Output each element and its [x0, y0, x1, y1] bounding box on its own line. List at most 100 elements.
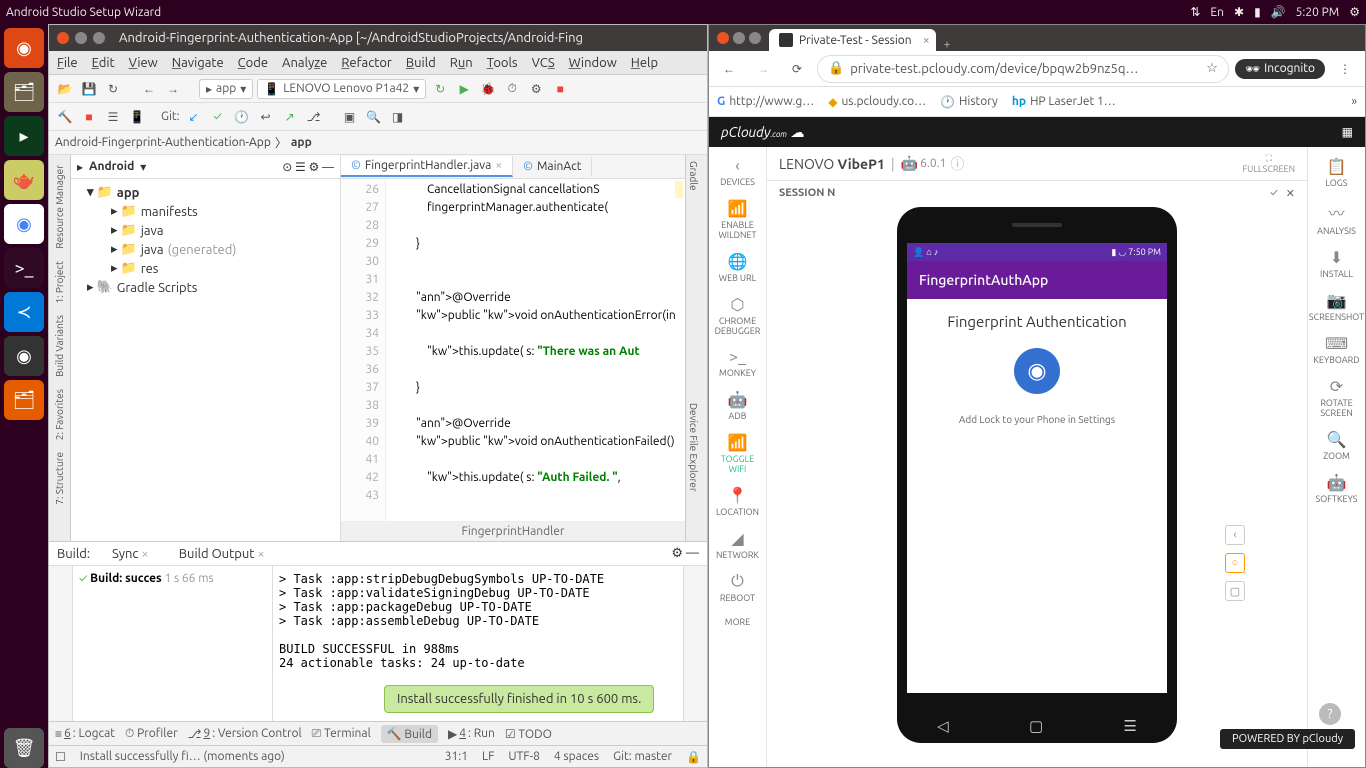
- forward-icon[interactable]: →: [163, 79, 183, 99]
- back-icon[interactable]: ←: [139, 79, 159, 99]
- debug-icon[interactable]: 🐞: [478, 79, 498, 99]
- tab-device-explorer[interactable]: Device File Explorer: [686, 397, 701, 498]
- terminal-button[interactable]: >_: [4, 248, 44, 288]
- status-enc[interactable]: UTF-8: [508, 750, 539, 763]
- git-commit-icon[interactable]: ✓: [208, 107, 228, 127]
- rail-enable-wildnet[interactable]: 📶ENABLE WILDNET: [709, 193, 766, 246]
- build-icon[interactable]: 🔨: [55, 107, 75, 127]
- rail-logs[interactable]: 📋LOGS: [1324, 151, 1350, 194]
- run-config-selector[interactable]: ▸ app ▾: [199, 79, 253, 99]
- layout-icon[interactable]: ▣: [340, 107, 360, 127]
- lang-indicator[interactable]: En: [1210, 6, 1224, 19]
- forward-button[interactable]: →: [749, 55, 777, 83]
- make-icon[interactable]: ↻: [430, 79, 450, 99]
- tab-logcat[interactable]: ≡ 6: Logcat: [55, 727, 115, 741]
- crumb-module[interactable]: app: [291, 136, 312, 149]
- menu-vcs[interactable]: VCS: [532, 56, 555, 70]
- tab-mainact[interactable]: ©MainAct: [513, 157, 592, 176]
- tree-gradle[interactable]: ▸ 🐘 Gradle Scripts: [75, 278, 336, 297]
- check-icon[interactable]: ✓: [1270, 187, 1278, 199]
- crumb-project[interactable]: Android-Fingerprint-Authentication-App: [55, 136, 271, 149]
- status-indent[interactable]: 4 spaces: [554, 750, 599, 763]
- new-tab-button[interactable]: +: [944, 38, 951, 51]
- project-header[interactable]: ▸Android▾ ⊙ ☰ ⚙ —: [71, 155, 340, 179]
- browser-titlebar[interactable]: Private-Test - Session × +: [709, 25, 1365, 51]
- rail-screenshot[interactable]: 📷SCREENSHOT: [1307, 285, 1366, 328]
- bookmark-pcloudy[interactable]: ◆us.pcloudy.co…: [828, 95, 926, 109]
- menu-refactor[interactable]: Refactor: [341, 56, 392, 70]
- tree-java-gen[interactable]: ▸ 📁 java (generated): [75, 240, 336, 259]
- tab-terminal[interactable]: ⎚ Terminal: [312, 727, 371, 741]
- menu-help[interactable]: Help: [631, 56, 658, 70]
- tab-profiler[interactable]: ⏱ Profiler: [125, 727, 178, 741]
- network-icon[interactable]: ⇅: [1190, 5, 1200, 19]
- menu-file[interactable]: File: [57, 56, 78, 70]
- save-icon[interactable]: 💾: [79, 79, 99, 99]
- menu-tools[interactable]: Tools: [487, 56, 518, 70]
- rail-zoom[interactable]: 🔍ZOOM: [1321, 424, 1352, 467]
- bluetooth-icon[interactable]: ✱: [1234, 5, 1244, 19]
- tree-app[interactable]: ▾ 📁 app: [75, 183, 336, 202]
- close-tab-icon[interactable]: ×: [923, 34, 930, 47]
- reload-button[interactable]: ⟳: [783, 55, 811, 83]
- menu-edit[interactable]: Edit: [92, 56, 115, 70]
- build-tab-output[interactable]: Build Output ×: [171, 545, 273, 563]
- tab-run[interactable]: ▶ 4: Run: [448, 727, 495, 741]
- tab-todo[interactable]: ☑ TODO: [505, 727, 552, 741]
- stop-icon[interactable]: ■: [550, 79, 570, 99]
- omnibox[interactable]: 🔒 private-test.pcloudy.com/device/bpqw2b…: [817, 55, 1229, 83]
- sc-circle[interactable]: ○: [1225, 553, 1245, 573]
- close-session-icon[interactable]: ✕: [1286, 187, 1295, 200]
- sync-icon[interactable]: ↻: [103, 79, 123, 99]
- maximize-icon[interactable]: [93, 32, 105, 44]
- project-gear-icon[interactable]: ⊙ ☰ ⚙ —: [282, 160, 334, 174]
- rail-more[interactable]: MORE: [723, 609, 752, 633]
- trash-button[interactable]: 🗑: [4, 728, 44, 768]
- rail-network[interactable]: ◢NETWORK: [714, 523, 761, 566]
- tab-favorites[interactable]: 2: Favorites: [52, 383, 67, 446]
- fingerprint-icon[interactable]: ◉: [1014, 348, 1060, 394]
- assistant-icon[interactable]: ◨: [388, 107, 408, 127]
- rail-keyboard[interactable]: ⌨KEYBOARD: [1311, 328, 1361, 371]
- minimize-icon[interactable]: [733, 32, 745, 44]
- menu-view[interactable]: View: [129, 56, 158, 70]
- menu-run[interactable]: Run: [450, 56, 473, 70]
- close-icon[interactable]: [57, 32, 69, 44]
- vscode-button[interactable]: ≺: [4, 292, 44, 332]
- status-git[interactable]: Git: master: [613, 750, 672, 763]
- rail-analysis[interactable]: 〰ANALYSIS: [1315, 194, 1358, 242]
- fullscreen-button[interactable]: ⛶FULLSCREEN: [1242, 153, 1295, 174]
- rail-location[interactable]: 📍LOCATION: [714, 480, 761, 523]
- minimize-icon[interactable]: [75, 32, 87, 44]
- bookmark-history[interactable]: 🕐History: [940, 95, 998, 109]
- device-screen[interactable]: 👤 ⌂ ♪ ▮ ◡ 7:50 PM FingerprintAuthApp Fin…: [907, 243, 1167, 693]
- dash-button[interactable]: ◉: [4, 28, 44, 68]
- git-revert-icon[interactable]: ↩: [256, 107, 276, 127]
- device-selector[interactable]: 📱 LENOVO Lenovo P1a42 ▾: [257, 79, 426, 99]
- tab-fingerprinthandler[interactable]: ©FingerprintHandler.java×: [341, 156, 513, 177]
- gear-icon[interactable]: ⚙: [1349, 5, 1360, 19]
- avd-icon[interactable]: 📱: [127, 107, 147, 127]
- help-button[interactable]: ?: [1319, 703, 1341, 725]
- bookmark-hp[interactable]: hpHP LaserJet 1…: [1012, 95, 1116, 108]
- close-icon[interactable]: [717, 32, 729, 44]
- back-softkey[interactable]: ◁: [937, 717, 949, 735]
- tree-res[interactable]: ▸ 📁 res: [75, 259, 336, 278]
- git-update-icon[interactable]: ↙: [184, 107, 204, 127]
- struct-icon[interactable]: ☰: [103, 107, 123, 127]
- teapot-button[interactable]: 🫖: [4, 160, 44, 200]
- attach-icon[interactable]: ⚙: [526, 79, 546, 99]
- build-gear-icon[interactable]: ⚙ —: [671, 546, 699, 561]
- bookmark-overflow-icon[interactable]: »: [1351, 95, 1357, 108]
- clock[interactable]: 5:20 PM: [1296, 6, 1340, 19]
- devices-button[interactable]: ‹DEVICES: [718, 151, 757, 193]
- rail-monkey[interactable]: >_MONKEY: [717, 342, 758, 384]
- volume-icon[interactable]: 🔊: [1271, 5, 1286, 19]
- tab-version-control[interactable]: ⎇ 9: Version Control: [188, 727, 302, 741]
- bookmark-google[interactable]: Ghttp://www.g…: [717, 95, 814, 108]
- sc-square[interactable]: ▢: [1225, 581, 1245, 601]
- tree-manifests[interactable]: ▸ 📁 manifests: [75, 202, 336, 221]
- profile-icon[interactable]: ⏱: [502, 79, 522, 99]
- menu-navigate[interactable]: Navigate: [172, 56, 224, 70]
- menu-window[interactable]: Window: [569, 56, 617, 70]
